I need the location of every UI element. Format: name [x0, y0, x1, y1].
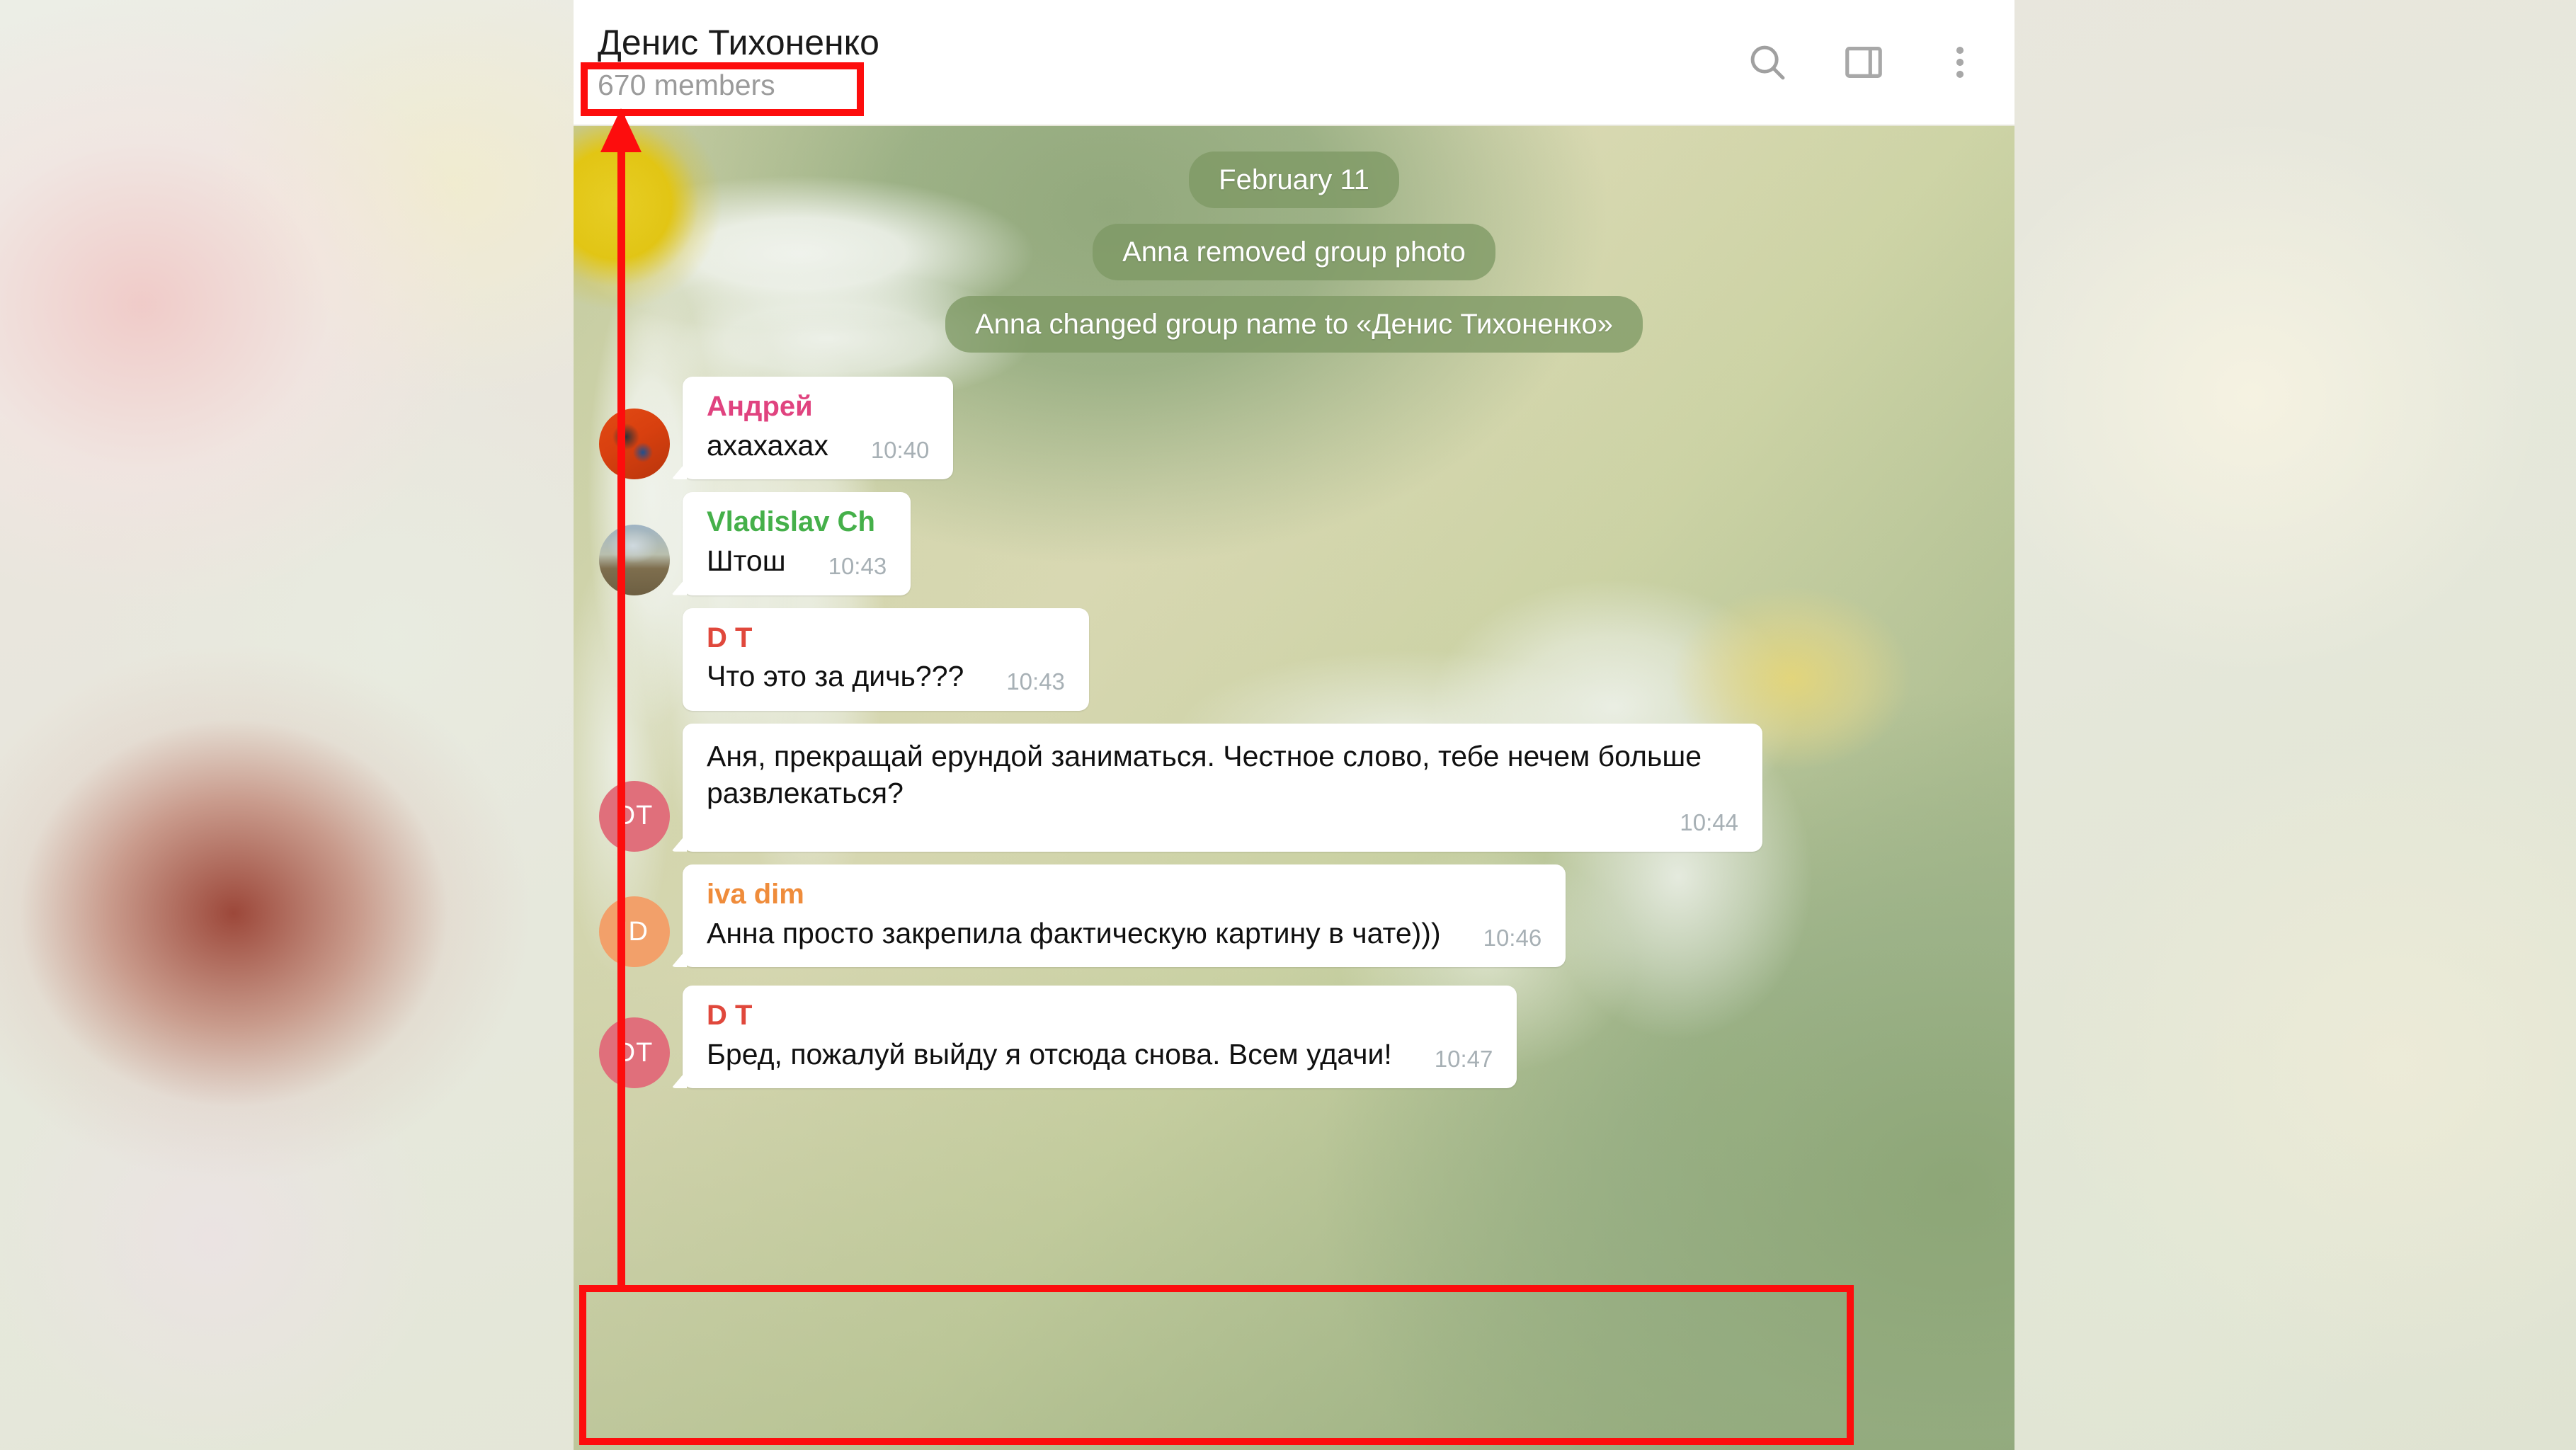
message-body: Штош 10:43 — [707, 542, 887, 579]
avatar-initials: ID — [620, 916, 649, 947]
info-panel-button[interactable] — [1836, 35, 1891, 90]
message-text: ахахахах — [707, 428, 828, 462]
telegram-chat-window: Денис Тихоненко 670 members February 11 … — [574, 0, 2014, 1450]
message-sender[interactable]: Vladislav Ch — [707, 506, 887, 538]
message-bubble[interactable]: D T Бред, пожалуй выйду я отсюда снова. … — [683, 986, 1517, 1089]
chat-header: Денис Тихоненко 670 members — [574, 0, 2014, 126]
message-sender[interactable]: iva dim — [707, 879, 1541, 910]
message-list: February 11 Anna removed group photo Ann… — [574, 126, 2014, 1450]
message-row: D T Что это за дичь??? 10:43 — [599, 607, 1989, 711]
chat-scroll-area[interactable]: February 11 Anna removed group photo Ann… — [574, 126, 2014, 1450]
message-body: Что это за дичь??? 10:43 — [707, 658, 1065, 695]
message-row: Vladislav Ch Штош 10:43 — [599, 492, 1989, 595]
avatar[interactable] — [599, 524, 670, 595]
header-actions — [1740, 35, 1993, 90]
service-message-row: Anna removed group photo — [599, 224, 1989, 280]
message-timestamp: 10:40 — [870, 437, 930, 464]
message-sender[interactable]: D T — [707, 622, 1065, 654]
message-body: ахахахах 10:40 — [707, 427, 929, 464]
avatar-initials: DT — [615, 1037, 654, 1068]
message-timestamp: 10:47 — [1434, 1046, 1493, 1073]
message-text: Что это за дичь??? — [707, 660, 964, 693]
more-options-icon — [1939, 42, 1981, 83]
message-text: Анна просто закрепила фактическую картин… — [707, 916, 1441, 949]
desktop-backdrop: Денис Тихоненко 670 members February 11 … — [0, 0, 2576, 1450]
avatar[interactable]: DT — [599, 1017, 670, 1089]
message-timestamp: 10:43 — [828, 552, 887, 579]
more-options-button[interactable] — [1932, 35, 1988, 90]
message-text: Аня, прекращай ерундой заниматься. Честн… — [707, 739, 1710, 810]
member-count-label: 670 members — [598, 68, 775, 101]
chat-header-texts: Денис Тихоненко 670 members — [598, 24, 1740, 101]
message-sender[interactable]: D T — [707, 1000, 1493, 1032]
message-bubble[interactable]: iva dim Анна просто закрепила фактическу… — [683, 864, 1566, 967]
message-row: DT Аня, прекращай ерундой заниматься. Че… — [599, 723, 1989, 852]
avatar-slot: DT — [599, 780, 683, 852]
avatar-slot — [599, 524, 683, 595]
avatar-slot: ID — [599, 896, 683, 967]
date-separator: February 11 — [1189, 152, 1399, 208]
message-body: Бред, пожалуй выйду я отсюда снова. Всем… — [707, 1036, 1493, 1073]
service-message-row: Anna changed group name to «Денис Тихоне… — [599, 296, 1989, 353]
search-button[interactable] — [1740, 35, 1795, 90]
message-bubble[interactable]: Андрей ахахахах 10:40 — [683, 377, 954, 480]
service-message: Anna removed group photo — [1093, 224, 1495, 280]
message-timestamp: 10:44 — [1680, 809, 1738, 835]
message-body: Анна просто закрепила фактическую картин… — [707, 915, 1541, 952]
message-text: Бред, пожалуй выйду я отсюда снова. Всем… — [707, 1037, 1392, 1071]
message-timestamp: 10:46 — [1483, 925, 1542, 951]
avatar[interactable] — [599, 409, 670, 480]
message-bubble[interactable]: Vladislav Ch Штош 10:43 — [683, 492, 911, 595]
service-message: Anna changed group name to «Денис Тихоне… — [945, 296, 1643, 353]
message-bubble[interactable]: Аня, прекращай ерундой заниматься. Честн… — [683, 723, 1762, 852]
message-text: Штош — [707, 544, 786, 578]
avatar-slot: DT — [599, 1017, 683, 1089]
avatar[interactable]: ID — [599, 896, 670, 967]
message-sender[interactable]: Андрей — [707, 391, 929, 423]
message-row: ID iva dim Анна просто закрепила фактиче… — [599, 864, 1989, 967]
sidebar-panel-icon — [1842, 40, 1886, 84]
page-title: Денис Тихоненко — [598, 23, 879, 63]
message-row: Андрей ахахахах 10:40 — [599, 377, 1989, 480]
service-message-row: February 11 — [599, 152, 1989, 208]
message-timestamp: 10:43 — [1006, 668, 1065, 695]
avatar-initials: DT — [615, 801, 654, 831]
message-row: DT D T Бред, пожалуй выйду я отсюда снов… — [599, 986, 1989, 1089]
avatar-slot — [599, 409, 683, 480]
message-bubble[interactable]: D T Что это за дичь??? 10:43 — [683, 607, 1089, 711]
search-icon — [1745, 40, 1789, 84]
avatar[interactable]: DT — [599, 780, 670, 852]
